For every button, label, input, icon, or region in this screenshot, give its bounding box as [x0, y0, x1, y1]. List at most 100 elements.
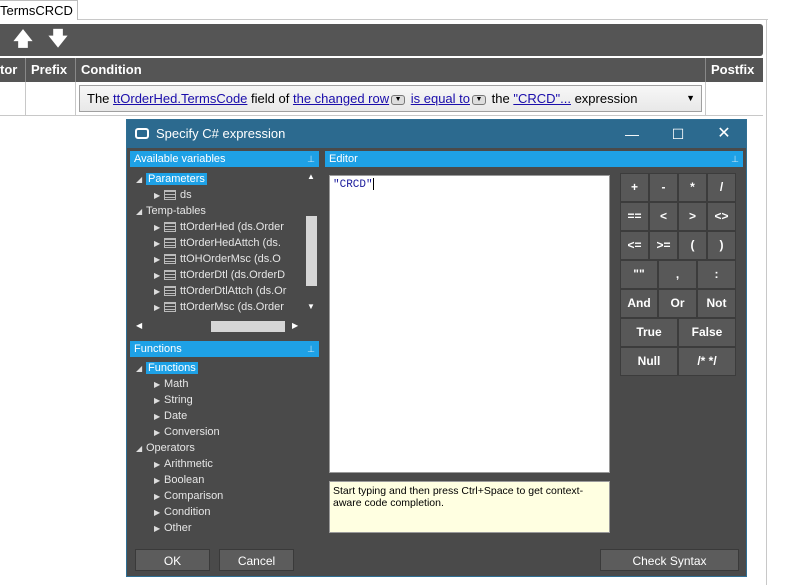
tree-item-math[interactable]: ▶ Math: [154, 376, 188, 392]
key-comma[interactable]: ,: [658, 260, 697, 289]
tree-item-operators[interactable]: ◢ Operators: [136, 440, 195, 456]
key-null[interactable]: Null: [620, 347, 678, 376]
expand-icon[interactable]: ▶: [154, 505, 164, 521]
tree-item-functions[interactable]: ◢ Functions: [136, 360, 198, 376]
key-colon[interactable]: :: [697, 260, 736, 289]
expand-icon[interactable]: ▶: [154, 393, 164, 409]
tree-label: ttOrderHedAttch (ds.: [180, 237, 281, 249]
scroll-left-icon[interactable]: ◀: [136, 321, 142, 330]
key-or[interactable]: Or: [658, 289, 697, 318]
dialog-titlebar[interactable]: Specify C# expression — ☐ ✕: [127, 120, 746, 148]
expand-icon[interactable]: ▶: [154, 521, 164, 537]
key-minus[interactable]: -: [649, 173, 678, 202]
column-header[interactable]: tor: [0, 58, 26, 82]
scrollbar-thumb[interactable]: [306, 216, 317, 286]
maximize-icon[interactable]: ☐: [655, 120, 701, 148]
tree-item-parameters[interactable]: ◢ Parameters: [136, 171, 207, 187]
expand-icon[interactable]: ▶: [154, 409, 164, 425]
pin-icon[interactable]: ⊥: [731, 151, 739, 167]
expand-icon[interactable]: ▶: [154, 300, 164, 316]
column-header-postfix[interactable]: Postfix: [706, 58, 763, 82]
tree-item-table[interactable]: ▶ ttOrderDtl (ds.OrderD: [154, 267, 285, 283]
expand-icon[interactable]: ▶: [154, 268, 164, 284]
expand-icon[interactable]: ◢: [136, 361, 146, 377]
key-greater-than[interactable]: >: [678, 202, 707, 231]
expand-icon[interactable]: ◢: [136, 441, 146, 457]
tree-item-table[interactable]: ▶ ttOrderHedAttch (ds.: [154, 235, 281, 251]
expand-icon[interactable]: ▶: [154, 252, 164, 268]
ok-button[interactable]: OK: [135, 549, 210, 571]
tree-item-boolean[interactable]: ▶ Boolean: [154, 472, 204, 488]
expand-icon[interactable]: ▶: [154, 377, 164, 393]
check-syntax-button[interactable]: Check Syntax: [600, 549, 739, 571]
expand-icon[interactable]: ▶: [154, 473, 164, 489]
arrow-down-icon[interactable]: 🡇: [48, 24, 68, 56]
close-icon[interactable]: ✕: [701, 120, 747, 148]
tree-item-other[interactable]: ▶ Other: [154, 520, 192, 536]
key-and[interactable]: And: [620, 289, 658, 318]
column-header-condition[interactable]: Condition: [76, 58, 706, 82]
vertical-scrollbar[interactable]: ▲ ▼: [304, 168, 318, 318]
operator-dropdown-icon[interactable]: ▼: [472, 94, 486, 105]
row-cell-prefix[interactable]: [26, 82, 76, 116]
key-comment[interactable]: /* */: [678, 347, 736, 376]
expand-icon[interactable]: ▶: [154, 457, 164, 473]
tree-item-arithmetic[interactable]: ▶ Arithmetic: [154, 456, 213, 472]
pin-icon[interactable]: ⊥: [307, 151, 315, 167]
cancel-button[interactable]: Cancel: [219, 549, 294, 571]
expand-icon[interactable]: ▶: [154, 220, 164, 236]
pin-icon[interactable]: ⊥: [307, 341, 315, 357]
expand-icon[interactable]: ◢: [136, 204, 146, 220]
scrollbar-thumb[interactable]: [211, 321, 285, 332]
tree-item-condition[interactable]: ▶ Condition: [154, 504, 210, 520]
arrow-up-icon[interactable]: 🡅: [13, 24, 33, 56]
tab-termscrcd[interactable]: TermsCRCD: [0, 0, 78, 20]
expand-icon[interactable]: ▶: [154, 188, 164, 204]
scroll-up-icon[interactable]: ▲: [307, 172, 315, 181]
expand-icon[interactable]: ◢: [136, 172, 146, 188]
tree-item-ds[interactable]: ▶ ds: [154, 187, 192, 203]
horizontal-scrollbar[interactable]: ◀ ▶: [130, 319, 304, 333]
key-greater-equal[interactable]: >=: [649, 231, 678, 260]
expand-icon[interactable]: ▶: [154, 284, 164, 300]
field-link[interactable]: ttOrderHed.TermsCode: [113, 91, 247, 106]
key-close-paren[interactable]: ): [707, 231, 736, 260]
operator-link[interactable]: is equal to: [411, 91, 470, 106]
row-cell-postfix[interactable]: [706, 82, 763, 116]
tree-item-comparison[interactable]: ▶ Comparison: [154, 488, 223, 504]
key-quotes[interactable]: "": [620, 260, 658, 289]
expand-icon[interactable]: ▶: [154, 489, 164, 505]
key-true[interactable]: True: [620, 318, 678, 347]
tree-item-table[interactable]: ▶ ttOrderHed (ds.Order: [154, 219, 284, 235]
row-link[interactable]: the changed row: [293, 91, 389, 106]
expand-icon[interactable]: ▶: [154, 425, 164, 441]
tree-item-table[interactable]: ▶ ttOrderDtlAttch (ds.Or: [154, 283, 286, 299]
key-plus[interactable]: +: [620, 173, 649, 202]
expression-editor[interactable]: "CRCD": [329, 175, 610, 473]
expand-icon[interactable]: ▶: [154, 236, 164, 252]
key-equals[interactable]: ==: [620, 202, 649, 231]
tree-item-date[interactable]: ▶ Date: [154, 408, 187, 424]
tree-item-string[interactable]: ▶ String: [154, 392, 193, 408]
row-cell[interactable]: [0, 82, 26, 116]
key-false[interactable]: False: [678, 318, 736, 347]
key-divide[interactable]: /: [707, 173, 736, 202]
key-not[interactable]: Not: [697, 289, 736, 318]
key-less-than[interactable]: <: [649, 202, 678, 231]
tree-item-table[interactable]: ▶ ttOrderMsc (ds.Order: [154, 299, 284, 315]
key-not-equal[interactable]: <>: [707, 202, 736, 231]
column-header-prefix[interactable]: Prefix: [26, 58, 76, 82]
scroll-right-icon[interactable]: ▶: [292, 321, 298, 330]
key-less-equal[interactable]: <=: [620, 231, 649, 260]
value-link[interactable]: "CRCD"...: [513, 91, 571, 106]
chevron-down-icon[interactable]: ▼: [686, 86, 695, 111]
tree-item-temp-tables[interactable]: ◢ Temp-tables: [136, 203, 206, 219]
tree-item-conversion[interactable]: ▶ Conversion: [154, 424, 220, 440]
condition-editor[interactable]: The ttOrderHed.TermsCode field of the ch…: [79, 85, 702, 112]
key-open-paren[interactable]: (: [678, 231, 707, 260]
row-dropdown-icon[interactable]: ▼: [391, 94, 406, 105]
minimize-icon[interactable]: —: [609, 120, 655, 148]
scroll-down-icon[interactable]: ▼: [307, 302, 315, 311]
key-multiply[interactable]: *: [678, 173, 707, 202]
tree-item-table[interactable]: ▶ ttOHOrderMsc (ds.O: [154, 251, 281, 267]
